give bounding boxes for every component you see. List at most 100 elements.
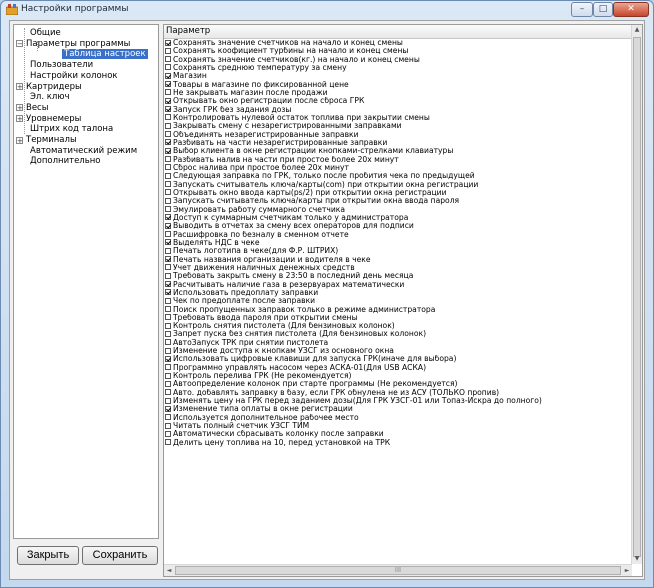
setting-checkbox[interactable] (165, 414, 171, 421)
setting-checkbox[interactable] (165, 81, 171, 88)
setting-checkbox[interactable] (165, 181, 171, 188)
settings-row[interactable]: Автоопределение колонок при старте прогр… (164, 380, 632, 388)
settings-row[interactable]: Использовать цифровые клавиши для запуск… (164, 355, 632, 363)
scroll-up-icon[interactable]: ▲ (632, 25, 642, 35)
settings-row[interactable]: Читать полный счетчик УЗСГ ТИМ (164, 422, 632, 430)
setting-checkbox[interactable] (165, 89, 171, 96)
setting-checkbox[interactable] (165, 239, 171, 246)
setting-checkbox[interactable] (165, 164, 171, 171)
settings-row[interactable]: Открывать окно ввода карты(ps/2) при отк… (164, 189, 632, 197)
close-window-button[interactable]: ✕ (613, 2, 649, 17)
setting-checkbox[interactable] (165, 147, 171, 154)
horizontal-scrollbar[interactable]: ◄ III ► (164, 564, 632, 576)
settings-row[interactable]: Запрет пуска без снятия пистолета (Для б… (164, 330, 632, 338)
tree-expander-icon[interactable]: + (16, 115, 23, 123)
close-button[interactable]: Закрыть (17, 546, 79, 565)
settings-row[interactable]: Разбивать на части незарегистрированные … (164, 139, 632, 147)
settings-row[interactable]: Контролировать нулевой остаток топлива п… (164, 114, 632, 122)
tree-expander-icon[interactable]: − (16, 40, 23, 48)
vertical-scrollbar[interactable]: ▲ ▼ (631, 25, 642, 564)
setting-checkbox[interactable] (165, 106, 171, 113)
setting-checkbox[interactable] (165, 172, 171, 179)
tree-item[interactable]: Уровнемеры (26, 114, 81, 124)
column-header-parameter[interactable]: Параметр (164, 25, 632, 39)
tree-expander-icon[interactable]: + (16, 83, 23, 91)
settings-row[interactable]: Объединять незарегистрированные заправки (164, 131, 632, 139)
tree-item[interactable]: Штрих код талона (30, 124, 113, 134)
setting-checkbox[interactable] (165, 372, 171, 379)
setting-checkbox[interactable] (165, 281, 171, 288)
setting-checkbox[interactable] (165, 330, 171, 337)
setting-checkbox[interactable] (165, 39, 171, 46)
setting-checkbox[interactable] (165, 231, 171, 238)
settings-row[interactable]: Расшифровка по безналу в сменном отчете (164, 231, 632, 239)
settings-row[interactable]: Делить цену топлива на 10, перед установ… (164, 439, 632, 447)
setting-checkbox[interactable] (165, 222, 171, 229)
settings-list[interactable]: Параметр Сохранять значение счетчиков на… (163, 24, 643, 577)
tree-item[interactable]: Весы (26, 103, 48, 113)
tree-item[interactable]: Настройки колонок (30, 71, 118, 81)
settings-row[interactable]: Требовать закрыть смену в 23:50 в послед… (164, 272, 632, 280)
setting-checkbox[interactable] (165, 297, 171, 304)
settings-row[interactable]: АвтоЗапуск ТРК при снятии пистолета (164, 339, 632, 347)
settings-row[interactable]: Программно управлять насосом через АСКА-… (164, 364, 632, 372)
setting-checkbox[interactable] (165, 122, 171, 129)
settings-row[interactable]: Печать логотипа в чеке(для Ф.Р. ШТРИХ) (164, 247, 632, 255)
setting-checkbox[interactable] (165, 272, 171, 279)
vertical-scroll-thumb[interactable] (633, 37, 641, 557)
settings-row[interactable]: Сохранять среднюю температуру за смену (164, 64, 632, 72)
settings-row[interactable]: Сброс налива при простое более 20х минут (164, 164, 632, 172)
settings-row[interactable]: Чек по предоплате после заправки (164, 297, 632, 305)
setting-checkbox[interactable] (165, 389, 171, 396)
setting-checkbox[interactable] (165, 214, 171, 221)
setting-checkbox[interactable] (165, 347, 171, 354)
setting-checkbox[interactable] (165, 306, 171, 312)
setting-checkbox[interactable] (165, 56, 171, 63)
setting-checkbox[interactable] (165, 397, 171, 404)
setting-checkbox[interactable] (165, 314, 171, 321)
minimize-button[interactable]: – (571, 2, 593, 17)
title-bar[interactable]: Настройки программы – □ ✕ (1, 1, 653, 19)
setting-checkbox[interactable] (165, 247, 171, 254)
scroll-left-icon[interactable]: ◄ (164, 566, 174, 576)
setting-checkbox[interactable] (165, 264, 171, 271)
horizontal-scroll-thumb[interactable]: III (175, 566, 621, 575)
setting-checkbox[interactable] (165, 131, 171, 138)
settings-tree[interactable]: Общие − Параметры программы Таблица настрое… (13, 24, 159, 539)
tree-expander-icon[interactable]: + (16, 104, 23, 112)
setting-checkbox[interactable] (165, 47, 171, 54)
settings-row[interactable]: Печать названия организации и водителя в… (164, 256, 632, 264)
tree-item[interactable]: Таблица настроек (62, 49, 148, 60)
setting-checkbox[interactable] (165, 189, 171, 196)
setting-checkbox[interactable] (165, 156, 171, 163)
tree-item[interactable]: Пользователи (30, 60, 93, 70)
tree-item[interactable]: Терминалы (26, 135, 77, 145)
tree-item[interactable]: Автоматический режим (30, 146, 137, 156)
settings-row[interactable]: Изменение доступа к кнопкам УЗСГ из осно… (164, 347, 632, 355)
tree-item[interactable]: Параметры программы (26, 39, 130, 49)
settings-row[interactable]: Запускать считыватель ключа/карты при от… (164, 197, 632, 205)
settings-row[interactable]: Авто. добавлять заправку в базу, если ГР… (164, 389, 632, 397)
settings-row[interactable]: Открывать окно регистрации после сброса … (164, 97, 632, 105)
settings-row[interactable]: Контроль снятия пистолета (Для бензиновы… (164, 322, 632, 330)
setting-checkbox[interactable] (165, 97, 171, 104)
setting-checkbox[interactable] (165, 139, 171, 146)
setting-checkbox[interactable] (165, 72, 171, 79)
settings-row[interactable]: Поиск пропущенных заправок только в режи… (164, 306, 632, 314)
settings-row[interactable]: Эмулировать работу суммарного счетчика (164, 206, 632, 214)
save-button[interactable]: Сохранить (82, 546, 158, 565)
settings-row[interactable]: Сохранять значение счетчиков на начало и… (164, 39, 632, 47)
settings-row[interactable]: Магазин (164, 72, 632, 80)
settings-row[interactable]: Запуск ГРК без задания дозы (164, 106, 632, 114)
setting-checkbox[interactable] (165, 430, 171, 437)
settings-row[interactable]: Сохранять значение счетчиков(кг.) на нач… (164, 56, 632, 64)
setting-checkbox[interactable] (165, 322, 171, 329)
settings-row[interactable]: Изменение типа оплаты в окне регистрации (164, 405, 632, 413)
settings-row[interactable]: Используется дополнительное рабочее мест… (164, 414, 632, 422)
settings-row[interactable]: Товары в магазине по фиксированной цене (164, 81, 632, 89)
settings-row[interactable]: Не закрывать магазин после продажи (164, 89, 632, 97)
maximize-button[interactable]: □ (593, 2, 613, 17)
settings-row[interactable]: Использовать предоплату заправки (164, 289, 632, 297)
settings-row[interactable]: Автоматически сбрасывать колонку после з… (164, 430, 632, 438)
setting-checkbox[interactable] (165, 64, 171, 71)
